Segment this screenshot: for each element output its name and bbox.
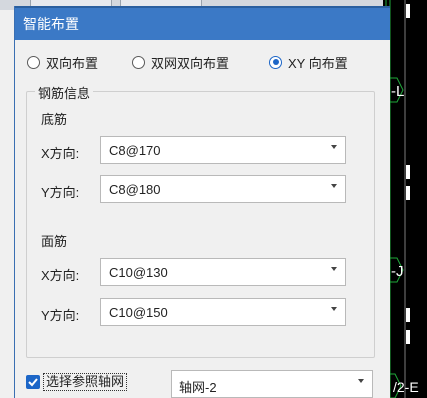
top-rebar-heading: 面筋 [41, 234, 68, 249]
radio-bidirectional[interactable]: 双向布置 [27, 52, 98, 72]
bottom-x-value: C8@170 [109, 143, 161, 158]
smart-layout-dialog: 智能布置 双向布置 双网双向布置 XY 向布置 钢筋信息 底筋 X方向: C8@… [14, 6, 390, 398]
top-y-select[interactable]: C10@150 [100, 298, 346, 326]
radio-label: 双网双向布置 [151, 55, 230, 71]
top-x-select[interactable]: C10@130 [100, 258, 346, 286]
axis-grid-select[interactable]: 轴网-2 [171, 370, 373, 398]
top-y-label: Y方向: [41, 308, 80, 323]
top-x-label: X方向: [41, 268, 80, 283]
dialog-title: 智能布置 [23, 16, 79, 32]
chevron-down-icon [331, 307, 337, 311]
top-y-value: C10@150 [109, 305, 168, 320]
cad-label-l: -L [391, 83, 404, 100]
cad-label-2e: /2-E [393, 379, 419, 395]
radio-double-net-bidirectional[interactable]: 双网双向布置 [132, 52, 229, 72]
axis-grid-value: 轴网-2 [179, 380, 217, 395]
rebar-info-group: 钢筋信息 底筋 X方向: C8@170 Y方向: C8@180 面筋 X方向: … [26, 83, 375, 358]
radio-indicator [27, 55, 40, 69]
titlebar-top-edge [15, 6, 390, 8]
chevron-down-icon [331, 145, 337, 149]
checkbox-label: 选择参照轴网 [43, 373, 128, 391]
radio-indicator-selected [269, 55, 282, 69]
bottom-y-value: C8@180 [109, 182, 161, 197]
bottom-y-label: Y方向: [41, 185, 80, 200]
background-panel [0, 10, 14, 398]
cad-label-j: -J [391, 263, 404, 280]
bottom-y-select[interactable]: C8@180 [100, 175, 346, 203]
group-legend: 钢筋信息 [35, 83, 94, 102]
checkbox-checked [26, 375, 40, 389]
chevron-down-icon [358, 379, 364, 383]
chevron-down-icon [331, 267, 337, 271]
check-icon [28, 378, 38, 387]
radio-label: XY 向布置 [288, 55, 348, 71]
radio-xy-direction[interactable]: XY 向布置 [269, 52, 348, 72]
bottom-x-select[interactable]: C8@170 [100, 136, 346, 164]
bottom-x-label: X方向: [41, 146, 80, 161]
chevron-down-icon [331, 184, 337, 188]
top-x-value: C10@130 [109, 265, 168, 280]
dialog-titlebar[interactable]: 智能布置 [15, 6, 390, 40]
cad-dimension-marks [406, 4, 410, 344]
select-reference-grid-checkbox[interactable]: 选择参照轴网 [26, 373, 128, 391]
bottom-rebar-heading: 底筋 [41, 112, 68, 127]
radio-label: 双向布置 [46, 55, 99, 71]
radio-indicator [132, 55, 145, 69]
